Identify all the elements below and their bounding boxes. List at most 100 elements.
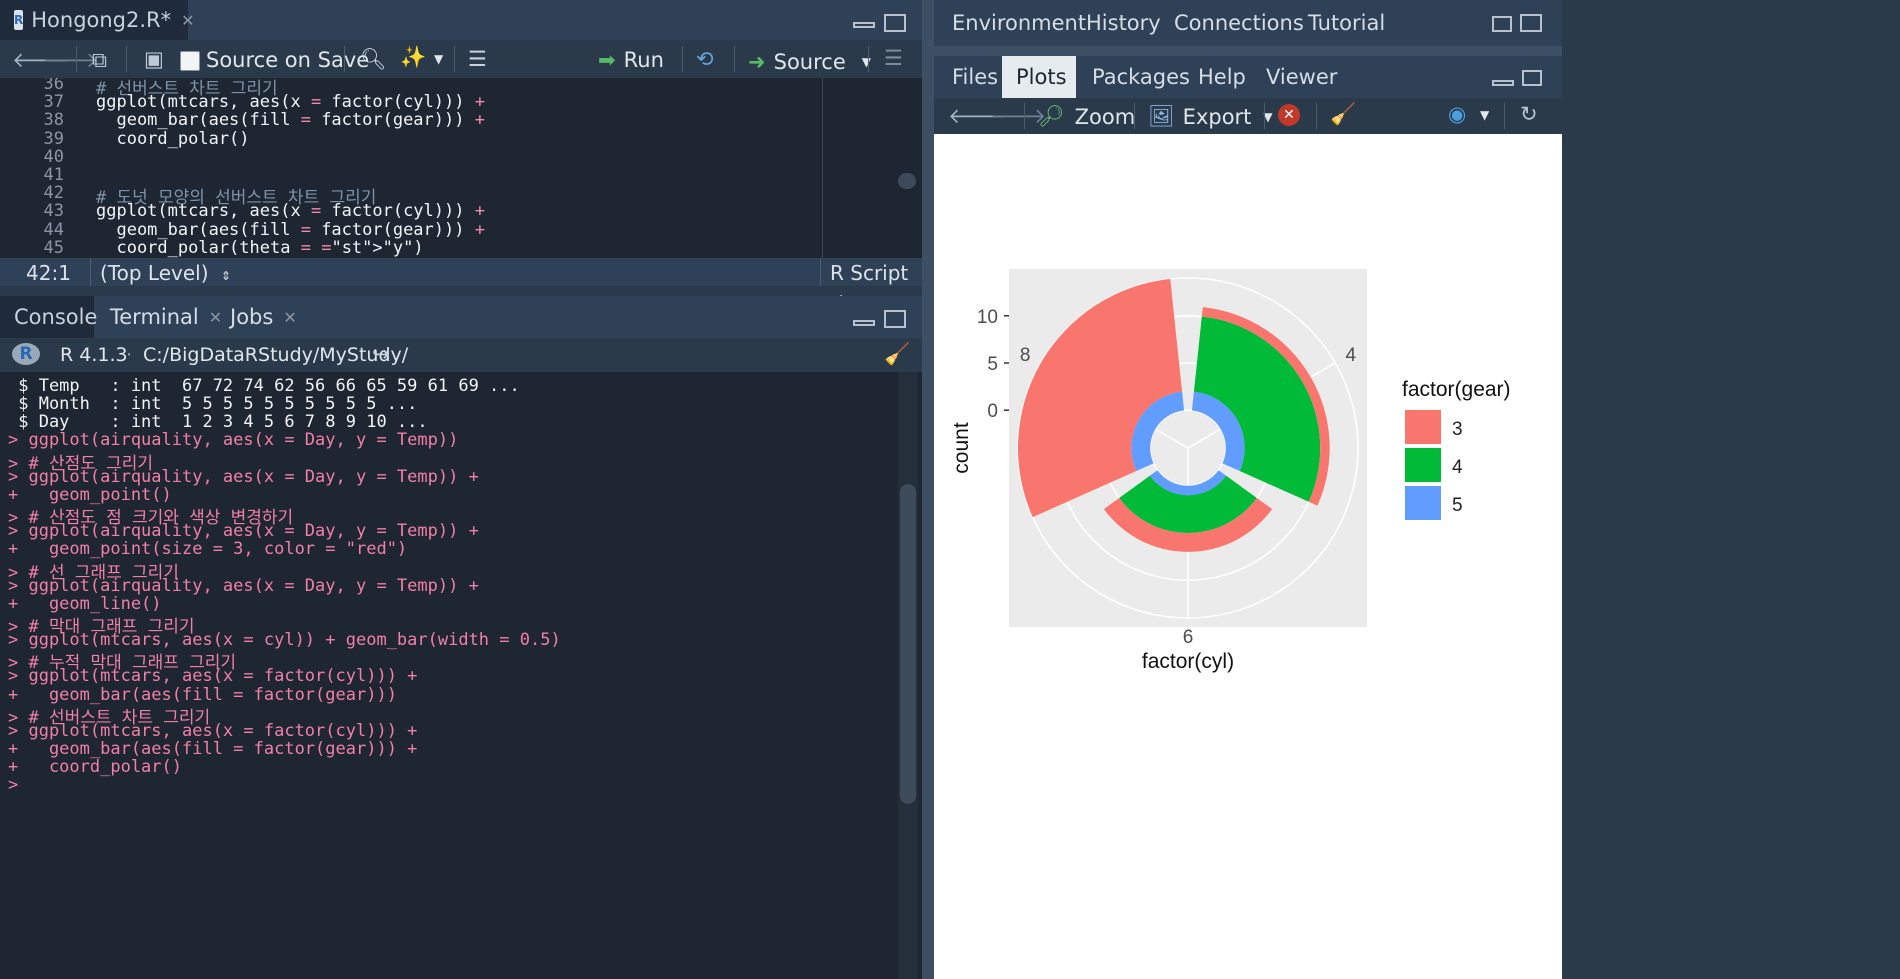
document-outline-icon[interactable]: ☰ (468, 47, 487, 71)
wand-icon[interactable]: ✨ (400, 45, 426, 70)
editor-statusbar: 42:1 (Top Level) ⇕ R Script ⇕ (0, 258, 922, 307)
refresh-icon[interactable]: ↻ (1520, 102, 1538, 126)
tab-terminal-label: Terminal (110, 305, 199, 329)
tab-hongong2[interactable]: R Hongong2.R* ✕ (0, 0, 195, 40)
scope-selector[interactable]: (Top Level) ⇕ (100, 261, 231, 285)
tab-environment[interactable]: Environment (938, 0, 1086, 46)
r-file-icon: R (14, 10, 24, 30)
console-output[interactable]: $ Temp : int 67 72 74 62 56 66 65 59 61 … (0, 372, 922, 979)
tab-history[interactable]: History (1072, 0, 1161, 46)
plot-viewer: 468 0 5 10 count factor(cyl) factor(gear) … (934, 134, 1562, 979)
tab-packages-label: Packages (1092, 65, 1190, 89)
console-command-line: > ggplot(airquality, aes(x = Day, y = Te… (8, 521, 479, 542)
source-arrow-icon: ➜ (748, 50, 766, 74)
env-tabbar: Environment History Connections Tutorial (934, 0, 1562, 46)
margin-line (822, 78, 823, 258)
source-on-save-checkbox[interactable] (180, 51, 200, 71)
maximize-icon[interactable] (1520, 14, 1542, 32)
source-button[interactable]: ➜ Source ▼ (748, 50, 871, 74)
editor-toolbar: 🡐 🡒 ⧉ ▣ Source on Save 🔍︎ ✨ ▼ ☰ ➡ Run ⟲ … (0, 40, 922, 79)
tab-tutorial[interactable]: Tutorial (1294, 0, 1390, 46)
publish-icon[interactable]: ◉ (1448, 102, 1466, 126)
x-tick-label: 8 (1020, 345, 1031, 366)
chevron-down-icon[interactable]: ▼ (434, 52, 443, 66)
tab-connections-label: Connections (1174, 11, 1304, 35)
tab-connections[interactable]: Connections (1160, 0, 1304, 46)
rerun-icon[interactable]: ⟲ (696, 47, 714, 71)
source-label: Source (773, 50, 846, 74)
tab-viewer-label: Viewer (1266, 65, 1338, 89)
code-line[interactable]: geom_bar(aes(fill = factor(gear))) + (96, 220, 485, 240)
r-version: R 4.1.3 (60, 344, 128, 366)
broom-icon[interactable]: 🧹 (884, 342, 910, 367)
minimize-icon[interactable] (853, 320, 875, 326)
x-axis-label: factor(cyl) (1142, 650, 1234, 673)
show-in-window-icon[interactable]: ⧉ (92, 48, 107, 73)
line-number: 45 (43, 237, 64, 258)
remove-plot-icon[interactable]: ✕ (1278, 104, 1300, 126)
code-editor[interactable]: 36 # 선버스트 차트 그리기 37 ggplot(mtcars, aes(x = … (0, 78, 922, 258)
cursor-position: 42:1 (26, 261, 71, 285)
code-line[interactable]: geom_bar(aes(fill = factor(gear))) + (96, 110, 485, 130)
chevron-down-icon[interactable]: ▼ (862, 55, 871, 69)
working-directory: C:/BigDataRStudy/MyStudy/ (143, 344, 409, 366)
updown-icon: ⇕ (220, 269, 231, 283)
console-output-line: $ Month : int 5 5 5 5 5 5 5 5 5 5 ... (8, 394, 418, 415)
search-icon[interactable]: 🔍︎ (360, 47, 387, 72)
code-line[interactable]: coord_polar(theta = ="st">"y") (96, 238, 423, 258)
forward-arrow-icon[interactable]: 🡒 (42, 48, 98, 73)
tab-files-label: Files (952, 65, 999, 89)
y-tick-label: 5 (987, 354, 998, 375)
code-line[interactable]: ggplot(mtcars, aes(x = factor(cyl))) + (96, 92, 485, 112)
go-to-directory-icon[interactable]: ↪ (372, 342, 390, 366)
tab-files[interactable]: Files (938, 56, 1000, 98)
close-icon[interactable]: ✕ (283, 308, 296, 327)
console-command-line: + geom_bar(aes(fill = factor(gear))) (8, 684, 397, 705)
tab-console[interactable]: Console (0, 296, 97, 338)
tab-plots[interactable]: Plots (1002, 56, 1076, 98)
tab-packages[interactable]: Packages (1078, 56, 1190, 98)
save-icon[interactable]: ▣ (144, 47, 164, 71)
close-icon[interactable]: ✕ (181, 11, 194, 30)
console-command-line: + geom_point(size = 3, color = "red") (8, 539, 408, 560)
pane-splitter[interactable] (922, 0, 934, 979)
minimize-icon[interactable] (853, 22, 875, 28)
code-line[interactable]: coord_polar() (96, 129, 249, 149)
broom-icon[interactable]: 🧹 (1330, 102, 1356, 127)
scope-label: (Top Level) (100, 261, 209, 285)
run-button[interactable]: ➡ Run (598, 48, 664, 72)
zoom-label: Zoom (1074, 104, 1136, 129)
zoom-button[interactable]: 🔎︎ Zoom (1038, 104, 1135, 129)
export-button[interactable]: 🖼 Export ▼ (1148, 104, 1273, 129)
x-tick-label: 6 (1183, 627, 1194, 648)
legend-label: 3 (1452, 419, 1463, 440)
export-label: Export (1182, 104, 1252, 129)
console-output-line: $ Temp : int 67 72 74 62 56 66 65 59 61 … (8, 376, 520, 396)
tab-viewer[interactable]: Viewer (1252, 56, 1338, 98)
file-type-label: R Script (830, 261, 909, 285)
minimize-icon[interactable] (1492, 80, 1514, 86)
dot-separator: · (126, 344, 133, 366)
restore-icon[interactable] (1492, 16, 1512, 32)
tab-jobs[interactable]: Jobs ✕ (216, 296, 302, 338)
files-tabbar: Files Plots Packages Help Viewer (934, 56, 1562, 98)
editor-scrollbar[interactable] (898, 173, 916, 189)
editor-tabbar: R Hongong2.R* ✕ (0, 0, 922, 40)
outline-menu-icon[interactable]: ☰ (884, 46, 903, 70)
tab-terminal[interactable]: Terminal ✕ (96, 296, 222, 338)
tab-history-label: History (1086, 11, 1161, 35)
console-command-line: > ggplot(mtcars, aes(x = cyl)) + geom_ba… (8, 630, 561, 651)
maximize-icon[interactable] (884, 310, 906, 328)
tab-tutorial-label: Tutorial (1308, 11, 1386, 35)
legend-key (1405, 486, 1441, 520)
chevron-down-icon[interactable]: ▼ (1480, 108, 1489, 122)
restore-icon[interactable] (1522, 70, 1542, 86)
zoom-icon: 🔎︎ (1038, 104, 1065, 128)
maximize-icon[interactable] (884, 14, 906, 32)
y-tick-label: 10 (977, 307, 998, 328)
console-tabbar: Console Terminal ✕ Jobs ✕ (0, 296, 922, 338)
tab-help[interactable]: Help (1184, 56, 1250, 98)
code-line[interactable]: ggplot(mtcars, aes(x = factor(cyl))) + (96, 201, 485, 221)
console-scrollbar[interactable] (900, 484, 916, 804)
r-logo-icon: R (12, 343, 40, 365)
